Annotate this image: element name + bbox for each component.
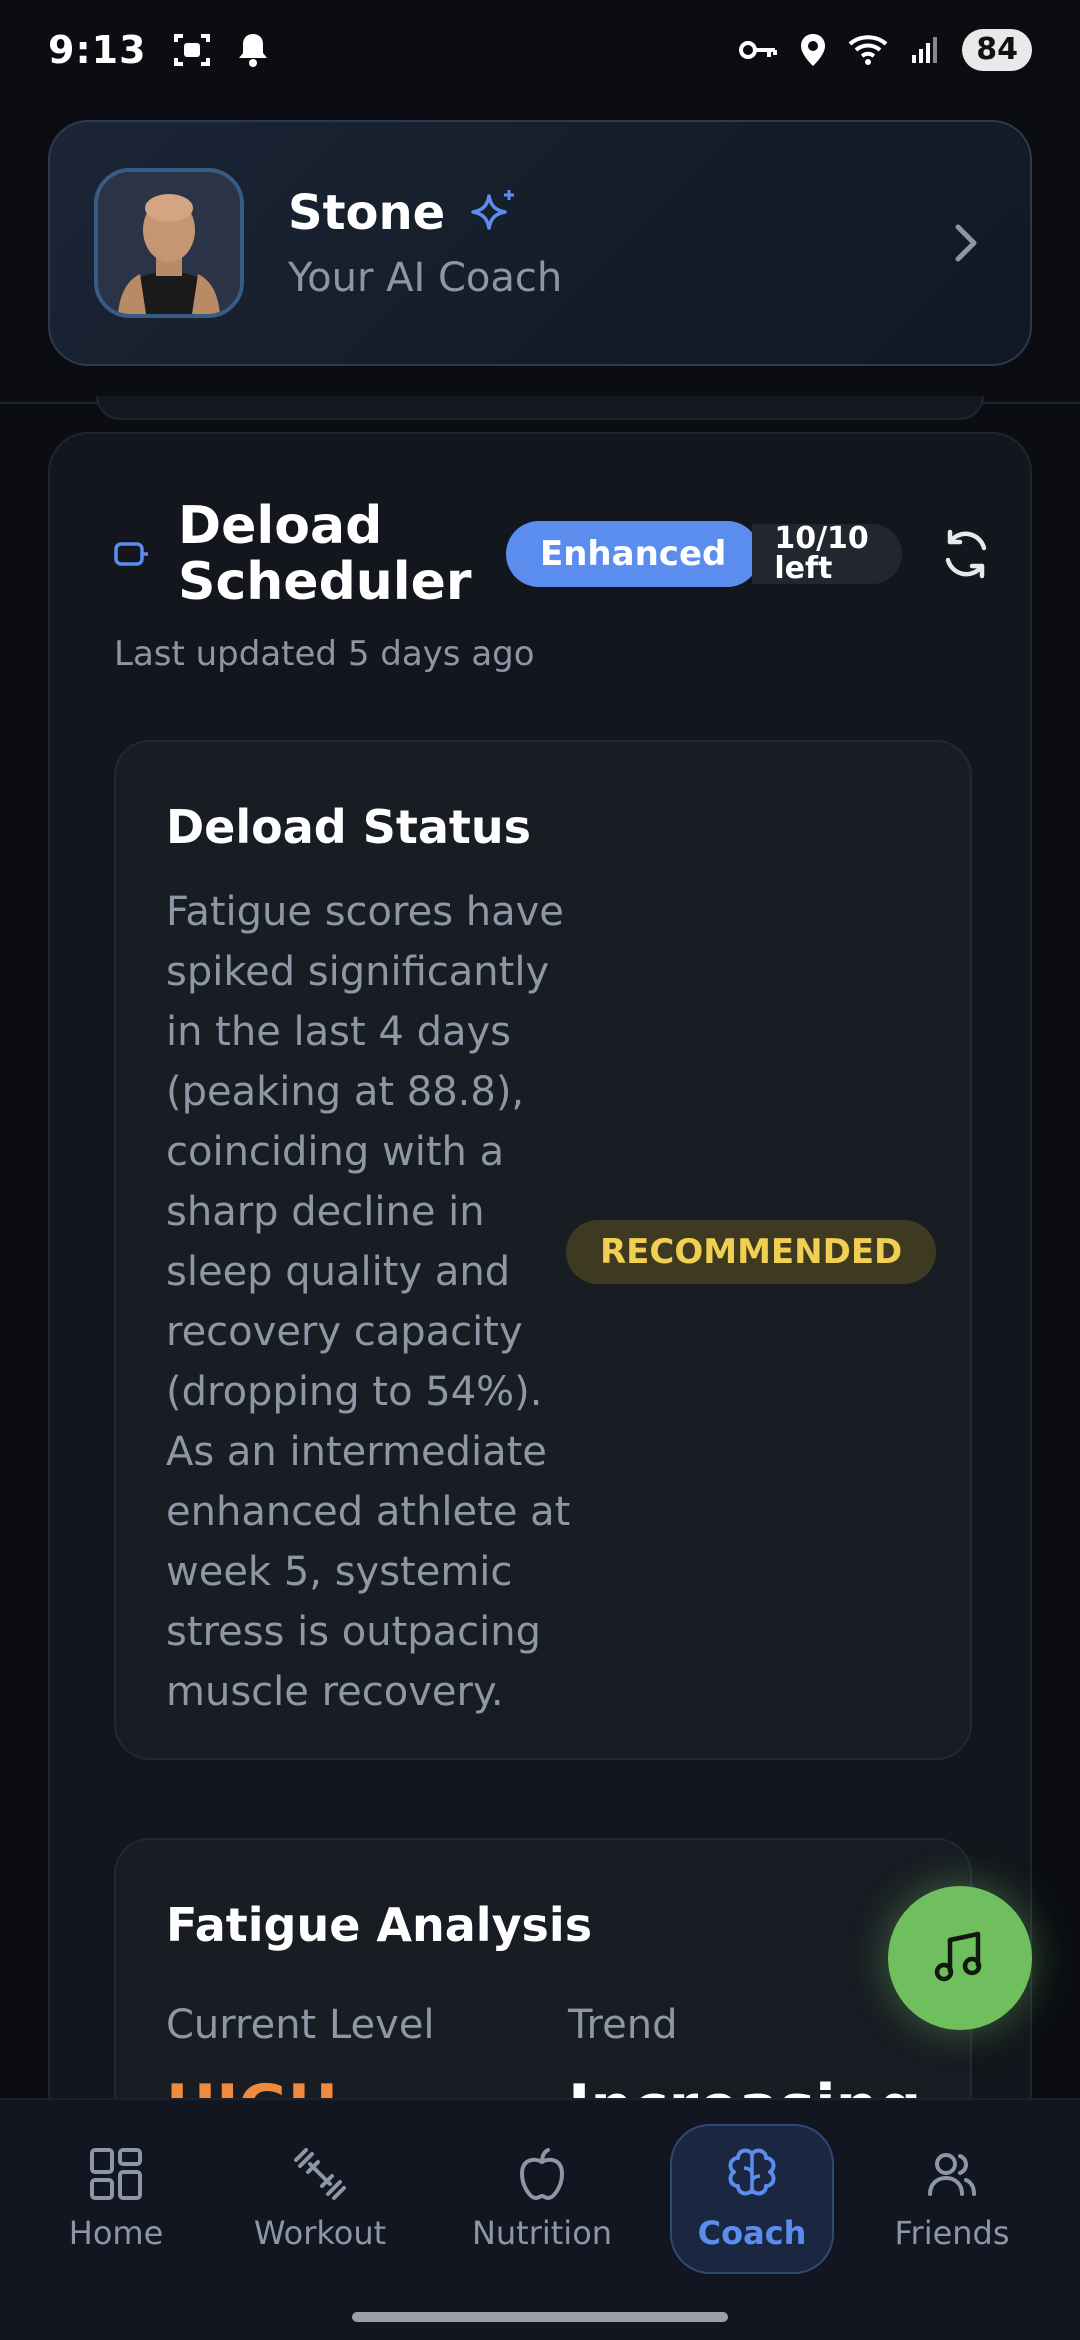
users-icon <box>928 2153 976 2196</box>
nav-workout-label: Workout <box>253 2214 387 2252</box>
music-note-icon <box>934 1931 982 1982</box>
deload-status-description: Fatigue scores have spiked significantly… <box>166 889 571 1715</box>
brain-icon <box>728 2148 776 2196</box>
battery-indicator: 84 <box>962 29 1032 71</box>
nav-nutrition[interactable]: Nutrition <box>460 2124 624 2274</box>
nav-home-label: Home <box>68 2214 164 2252</box>
coach-avatar <box>94 168 244 318</box>
notification-bell-icon <box>238 34 267 67</box>
location-icon <box>801 34 826 66</box>
fatigue-analysis-title: Fatigue Analysis <box>166 1898 593 1952</box>
apple-icon <box>520 2148 564 2200</box>
nav-home[interactable]: Home <box>34 2124 198 2274</box>
bottom-navigation: Home Workout Nutrition Coach Friends <box>0 2098 1080 2340</box>
nav-friends-label: Friends <box>894 2214 1010 2252</box>
previous-card-edge <box>96 396 984 420</box>
tag-icon <box>114 542 148 566</box>
deload-status-card: Deload Status Fatigue scores have spiked… <box>114 740 972 1760</box>
wifi-icon <box>848 35 888 65</box>
grid-icon <box>90 2148 142 2200</box>
home-indicator[interactable] <box>352 2312 728 2322</box>
nav-nutrition-label: Nutrition <box>471 2214 613 2252</box>
coach-header-card[interactable]: Stone Your AI Coach <box>48 120 1032 366</box>
refresh-icon[interactable] <box>938 526 994 582</box>
nav-workout[interactable]: Workout <box>238 2124 402 2274</box>
screenshot-icon <box>173 34 210 66</box>
coach-subtitle: Your AI Coach <box>288 255 563 301</box>
nav-friends[interactable]: Friends <box>870 2124 1034 2274</box>
scheduler-title: Deload Scheduler <box>178 496 472 612</box>
status-bar: 9:13 84 <box>0 0 1080 100</box>
coach-name: Stone <box>288 185 446 241</box>
signal-icon <box>912 37 938 63</box>
recommended-badge: RECOMMENDED <box>566 1220 937 1284</box>
vpn-key-icon <box>739 41 778 59</box>
dumbbell-icon <box>294 2148 346 2200</box>
trend-label: Trend <box>568 2002 678 2048</box>
deload-status-title: Deload Status <box>166 800 532 854</box>
deload-scheduler-card: Deload Scheduler Enhanced 10/10 left Las… <box>48 432 1032 2238</box>
nav-coach-label: Coach <box>697 2214 807 2252</box>
status-time: 9:13 <box>48 28 147 72</box>
chevron-right-icon[interactable] <box>946 213 986 273</box>
nav-coach[interactable]: Coach <box>670 2124 834 2274</box>
last-updated-text: Last updated 5 days ago <box>114 634 535 674</box>
current-level-label: Current Level <box>166 2002 435 2048</box>
scheduler-header: Deload Scheduler Enhanced 10/10 left <box>114 494 994 614</box>
enhanced-badge: Enhanced <box>506 521 761 587</box>
music-fab-button[interactable] <box>888 1886 1032 2030</box>
uses-left-counter: 10/10 left <box>752 524 903 584</box>
sparkle-icon <box>471 190 515 230</box>
